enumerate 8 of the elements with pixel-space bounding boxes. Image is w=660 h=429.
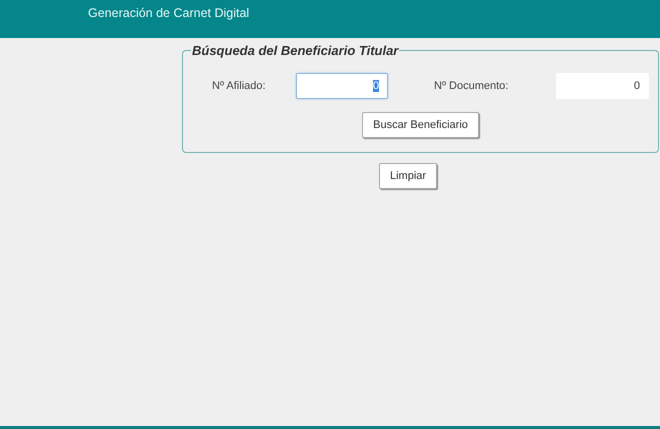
clear-button[interactable]: Limpiar <box>379 163 438 189</box>
search-button[interactable]: Buscar Beneficiario <box>362 112 479 138</box>
input-field[interactable]: 0 <box>296 73 388 99</box>
input-field[interactable]: 0 <box>556 73 649 99</box>
field-label: Nº Documento: <box>434 80 510 92</box>
field-label: Nº Afiliado: <box>212 80 267 92</box>
panel-legend: Búsqueda del Beneficiario Titular <box>191 43 400 58</box>
page-title: Generación de Carnet Digital <box>88 6 250 20</box>
